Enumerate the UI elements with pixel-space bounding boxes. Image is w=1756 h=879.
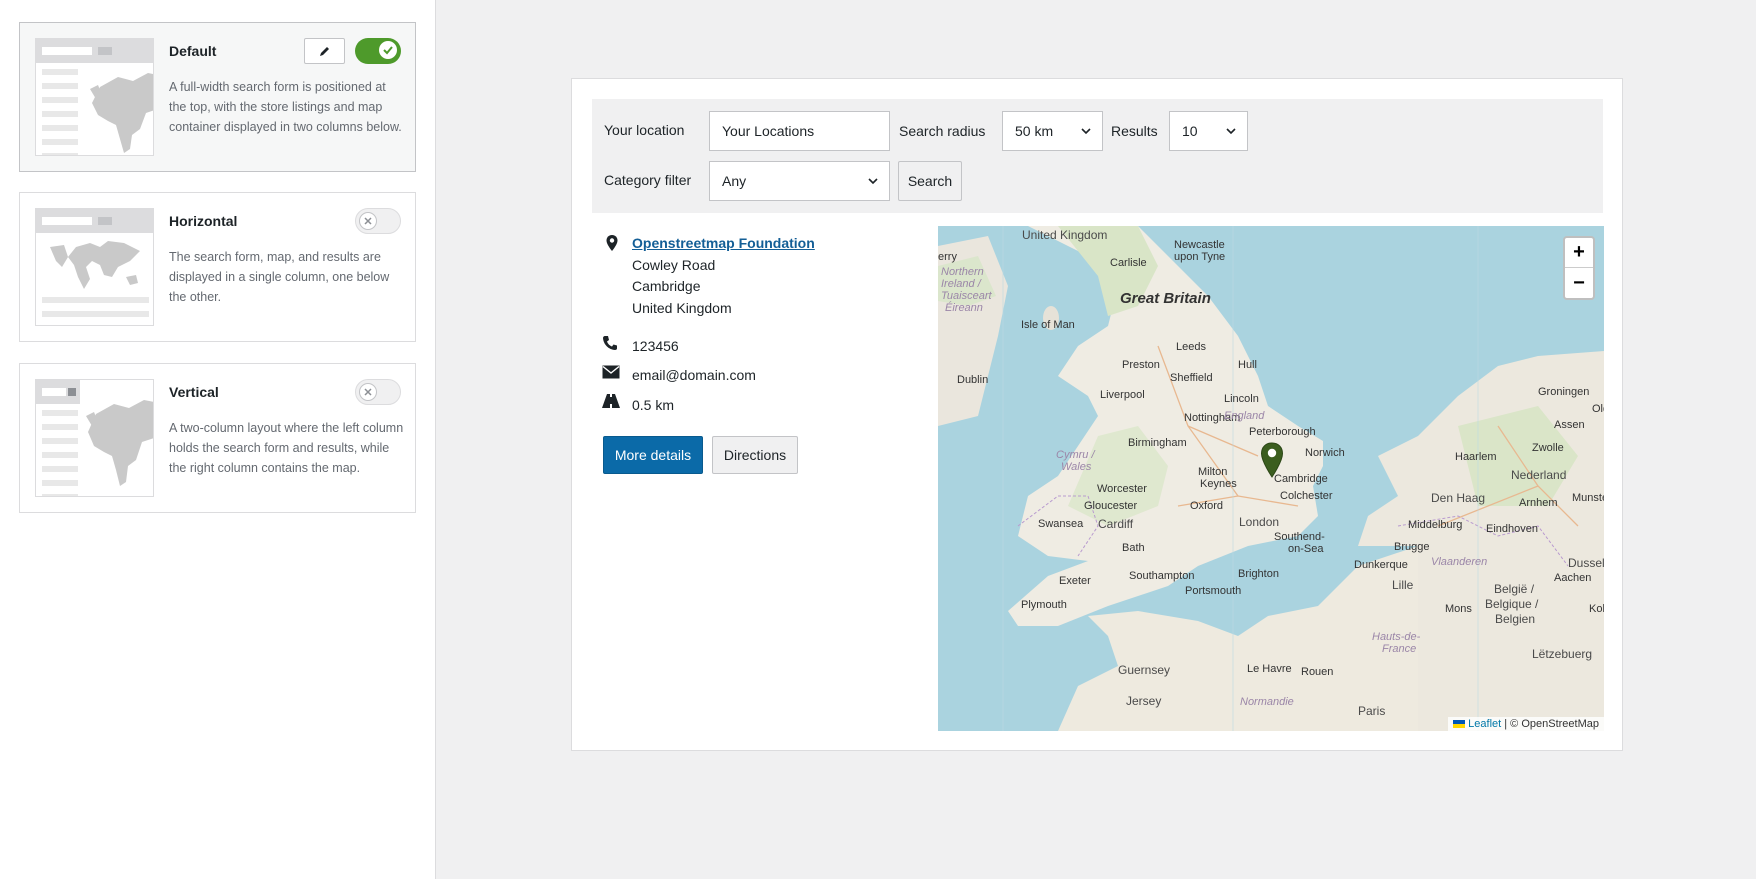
store-locator-preview: Your location Your Locations Search radi… — [571, 78, 1623, 751]
category-value: Any — [722, 173, 747, 189]
close-icon — [364, 217, 372, 225]
directions-button[interactable]: Directions — [712, 436, 798, 474]
map-tiles — [938, 226, 1604, 731]
map-attribution: Leaflet | © OpenStreetMap — [1448, 717, 1604, 731]
store-name-link[interactable]: Openstreetmap Foundation — [632, 235, 815, 251]
layout-toggle-vertical[interactable] — [355, 379, 401, 405]
radius-select[interactable]: 50 km — [1002, 111, 1103, 151]
layout-title: Vertical — [169, 384, 219, 400]
location-input[interactable]: Your Locations — [709, 111, 890, 151]
store-distance: 0.5 km — [632, 397, 675, 413]
layout-card-horizontal[interactable]: Horizontal The search form, map, and res… — [19, 192, 416, 342]
layout-description: A full-width search form is positioned a… — [169, 80, 402, 134]
store-address-line: Cowley Road — [632, 257, 716, 273]
results-value: 10 — [1182, 123, 1198, 139]
store-phone: 123456 — [632, 338, 679, 354]
store-address-line: United Kingdom — [632, 300, 732, 316]
zoom-in-button[interactable]: + — [1565, 238, 1593, 268]
category-label: Category filter — [604, 172, 692, 188]
store-email: email@domain.com — [632, 367, 756, 383]
pencil-icon — [319, 47, 329, 56]
layout-card-default[interactable]: Default A full-width search form is posi… — [19, 22, 416, 172]
close-icon — [364, 388, 372, 396]
radius-label: Search radius — [899, 123, 986, 139]
map-container[interactable]: United Kingdom Newcastle upon Tyne Carli… — [938, 226, 1604, 731]
location-label: Your location — [604, 122, 685, 138]
leaflet-link[interactable]: Leaflet — [1468, 718, 1501, 730]
envelope-icon — [602, 365, 620, 379]
zoom-out-button[interactable]: − — [1565, 268, 1593, 298]
check-icon — [383, 46, 393, 55]
ukraine-flag-icon — [1453, 720, 1466, 729]
store-address-line: Cambridge — [632, 278, 701, 294]
chevron-down-icon — [1081, 128, 1091, 135]
phone-icon — [603, 336, 617, 350]
layout-thumbnail-horizontal — [35, 208, 154, 326]
chevron-down-icon — [868, 178, 878, 185]
results-label: Results — [1111, 123, 1158, 139]
layout-description: The search form, map, and results are di… — [169, 250, 390, 304]
chevron-down-icon — [1226, 128, 1236, 135]
edit-button[interactable] — [304, 38, 345, 64]
zoom-control: + − — [1563, 236, 1595, 300]
layout-toggle-default[interactable] — [355, 38, 401, 64]
layout-thumbnail-vertical — [35, 379, 154, 497]
layout-toggle-horizontal[interactable] — [355, 208, 401, 234]
osm-attribution: | © OpenStreetMap — [1501, 718, 1599, 730]
category-select[interactable]: Any — [709, 161, 890, 201]
store-marker-icon[interactable] — [1260, 442, 1284, 478]
results-select[interactable]: 10 — [1169, 111, 1248, 151]
layout-card-vertical[interactable]: Vertical A two-column layout where the l… — [19, 363, 416, 513]
search-form: Your location Your Locations Search radi… — [592, 99, 1603, 213]
search-button[interactable]: Search — [898, 161, 962, 201]
layout-sidebar: Default A full-width search form is posi… — [0, 0, 436, 879]
radius-value: 50 km — [1015, 123, 1054, 139]
layout-title: Default — [169, 43, 217, 59]
map-pin-icon — [606, 235, 618, 251]
layout-title: Horizontal — [169, 213, 238, 229]
road-icon — [602, 394, 620, 408]
layout-thumbnail-default — [35, 38, 154, 156]
more-details-button[interactable]: More details — [603, 436, 703, 474]
layout-description: A two-column layout where the left colum… — [169, 421, 404, 475]
